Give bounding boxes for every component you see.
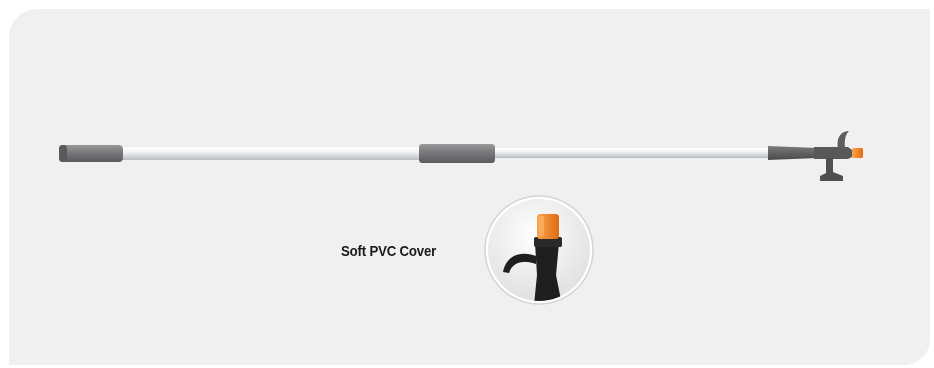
pvc-cover-zoom bbox=[484, 195, 594, 305]
hook-head bbox=[768, 131, 863, 181]
callout-label: Soft PVC Cover bbox=[341, 243, 437, 260]
end-grip bbox=[59, 145, 123, 162]
boat-hook-image bbox=[59, 131, 863, 305]
middle-grip bbox=[419, 144, 495, 163]
